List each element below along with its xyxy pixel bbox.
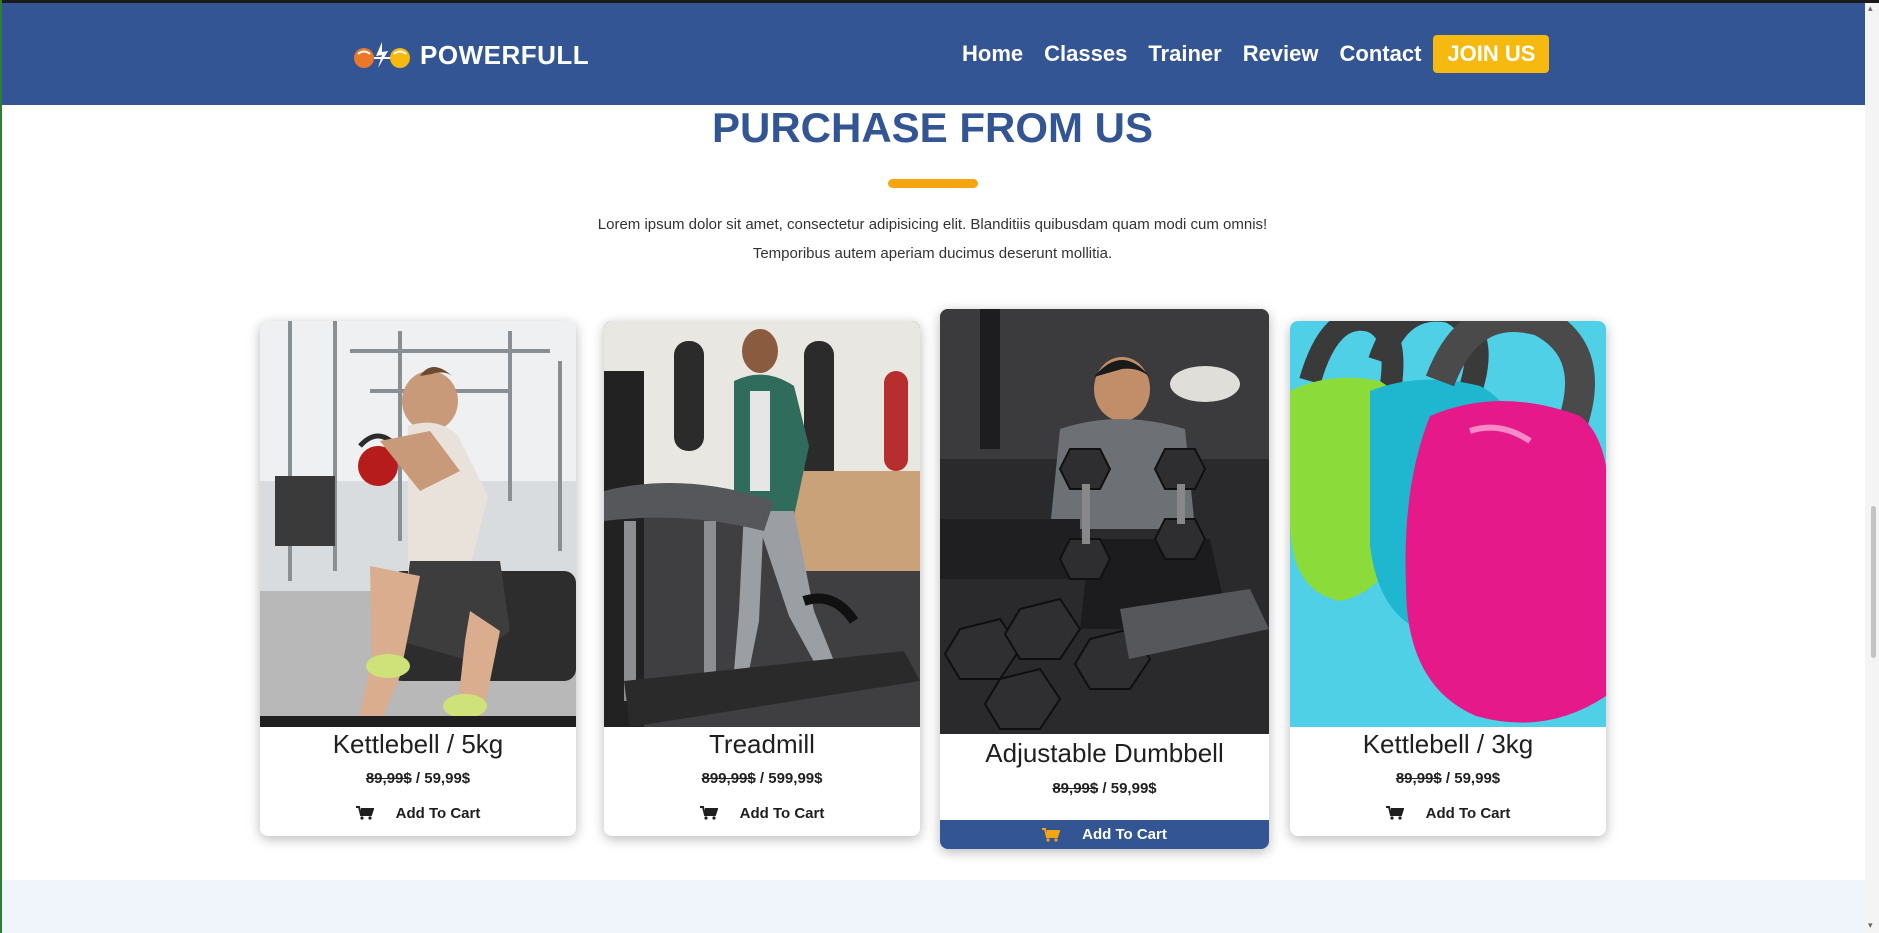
nav-classes[interactable]: Classes	[1044, 41, 1127, 67]
old-price: 899,99$	[701, 770, 756, 787]
price-separator: /	[1102, 780, 1111, 797]
cart-icon	[1042, 827, 1061, 842]
add-to-cart-label: Add To Cart	[1082, 826, 1167, 843]
logo-icon	[354, 42, 410, 68]
product-name: Adjustable Dumbbell	[985, 738, 1224, 768]
add-to-cart-label: Add To Cart	[1425, 804, 1511, 822]
new-price: 59,99$	[1110, 780, 1157, 797]
man-treadmill-photo	[604, 321, 920, 727]
window-top-border	[0, 0, 1879, 3]
product-image-kettlebell-3kg	[1290, 321, 1606, 727]
new-price: 59,99$	[424, 770, 471, 787]
product-name: Kettlebell / 3kg	[1362, 729, 1534, 759]
brand-logo[interactable]: POWERFULL	[352, 38, 589, 72]
brand-name: POWERFULL	[420, 39, 590, 70]
product-card: Kettlebell / 3kg 89,99$ / 59,99$ Add To …	[1290, 321, 1606, 836]
product-image-treadmill	[604, 321, 920, 727]
colorful-kettlebells-photo	[1290, 321, 1606, 727]
join-us-button[interactable]: JOIN US	[1433, 35, 1550, 73]
description-line-1: Lorem ipsum dolor sit amet, consectetur …	[597, 216, 1268, 233]
title-underline	[888, 179, 978, 188]
section-title: PURCHASE FROM US	[711, 104, 1154, 151]
old-price: 89,99$	[1395, 770, 1442, 787]
add-to-cart-label: Add To Cart	[739, 804, 825, 822]
nav-home[interactable]: Home	[962, 41, 1023, 67]
scrollbar-thumb[interactable]	[1871, 506, 1876, 658]
old-price: 89,99$	[365, 770, 412, 787]
product-price: 89,99$ / 59,99$	[940, 780, 1269, 797]
product-card: Treadmill 899,99$ / 599,99$ Add To Cart	[604, 321, 920, 836]
nav-trainer[interactable]: Trainer	[1148, 41, 1221, 67]
product-card: Kettlebell / 5kg 89,99$ / 59,99$ Add To …	[260, 321, 576, 836]
add-to-cart-button[interactable]: Add To Cart	[604, 798, 920, 828]
site-header: POWERFULL Home Classes Trainer Review Co…	[0, 0, 1865, 105]
price-separator: /	[1445, 770, 1455, 787]
next-section-background	[2, 880, 1865, 933]
scroll-down-arrow-icon[interactable]: ▾	[1868, 921, 1876, 930]
main-nav: Home Classes Trainer Review Contact JOIN…	[962, 35, 1550, 73]
old-price: 89,99$	[1052, 780, 1099, 797]
description-line-2: Temporibus autem aperiam ducimus deserun…	[752, 245, 1113, 262]
add-to-cart-button[interactable]: Add To Cart	[260, 798, 576, 828]
add-to-cart-label: Add To Cart	[395, 804, 481, 822]
cart-icon	[1385, 806, 1404, 820]
new-price: 599,99$	[768, 770, 823, 787]
price-separator: /	[759, 770, 769, 787]
product-name: Kettlebell / 5kg	[332, 729, 504, 759]
window-left-border	[0, 0, 2, 933]
product-image-adjustable-dumbbell	[940, 309, 1269, 734]
add-to-cart-button[interactable]: Add To Cart	[940, 820, 1269, 849]
product-image-kettlebell-5kg	[260, 321, 576, 727]
nav-contact[interactable]: Contact	[1340, 41, 1422, 67]
product-price: 89,99$ / 59,99$	[260, 770, 576, 787]
man-dumbbells-photo	[940, 309, 1269, 734]
page-scrollbar[interactable]: ▴ ▾	[1865, 0, 1879, 933]
section-description: Lorem ipsum dolor sit amet, consectetur …	[0, 210, 1865, 268]
new-price: 59,99$	[1454, 770, 1501, 787]
cart-icon	[355, 806, 374, 820]
product-price: 899,99$ / 599,99$	[604, 770, 920, 787]
price-separator: /	[415, 770, 425, 787]
scroll-up-arrow-icon[interactable]: ▴	[1868, 4, 1876, 13]
product-price: 89,99$ / 59,99$	[1290, 770, 1606, 787]
product-card-featured: Adjustable Dumbbell 89,99$ / 59,99$ Add …	[940, 309, 1269, 849]
cart-icon	[699, 806, 718, 820]
product-name: Treadmill	[709, 729, 815, 759]
nav-review[interactable]: Review	[1243, 41, 1319, 67]
man-kettlebell-photo	[260, 321, 576, 727]
add-to-cart-button[interactable]: Add To Cart	[1290, 798, 1606, 828]
